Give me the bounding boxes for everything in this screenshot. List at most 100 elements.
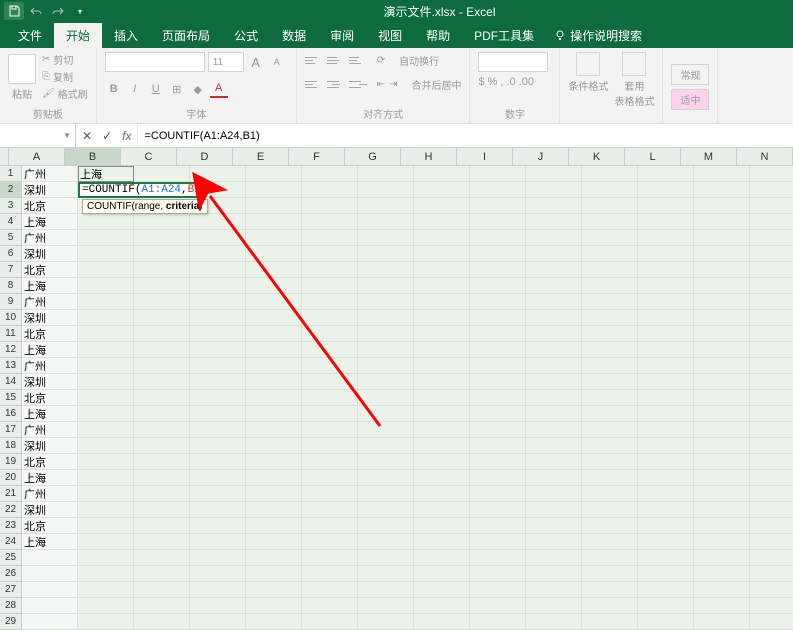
row-header-19[interactable]: 19	[0, 454, 22, 470]
row-header-9[interactable]: 9	[0, 294, 22, 310]
col-header-G[interactable]: G	[345, 148, 401, 166]
cell-I23[interactable]	[470, 518, 526, 534]
cell-N12[interactable]	[750, 342, 793, 358]
cell-F7[interactable]	[302, 262, 358, 278]
cell-F22[interactable]	[302, 502, 358, 518]
cell-C11[interactable]	[134, 326, 190, 342]
cell-G16[interactable]	[358, 406, 414, 422]
cell-I15[interactable]	[470, 390, 526, 406]
cell-J3[interactable]	[526, 198, 582, 214]
increase-font-button[interactable]: A	[247, 53, 265, 71]
cell-A1[interactable]: 广州	[22, 166, 78, 182]
italic-button[interactable]: I	[126, 80, 144, 98]
cell-K3[interactable]	[582, 198, 638, 214]
cell-I12[interactable]	[470, 342, 526, 358]
cell-G15[interactable]	[358, 390, 414, 406]
cell-F10[interactable]	[302, 310, 358, 326]
cell-I5[interactable]	[470, 230, 526, 246]
cell-F1[interactable]	[302, 166, 358, 182]
cell-H27[interactable]	[414, 582, 470, 598]
cell-H23[interactable]	[414, 518, 470, 534]
cell-M7[interactable]	[694, 262, 750, 278]
cell-C15[interactable]	[134, 390, 190, 406]
cell-E27[interactable]	[246, 582, 302, 598]
cell-D15[interactable]	[190, 390, 246, 406]
row-header-11[interactable]: 11	[0, 326, 22, 342]
cell-D4[interactable]	[190, 214, 246, 230]
cell-L19[interactable]	[638, 454, 694, 470]
col-header-I[interactable]: I	[457, 148, 513, 166]
cell-M5[interactable]	[694, 230, 750, 246]
cell-J4[interactable]	[526, 214, 582, 230]
cell-N13[interactable]	[750, 358, 793, 374]
cell-J22[interactable]	[526, 502, 582, 518]
cell-A25[interactable]	[22, 550, 78, 566]
cell-J8[interactable]	[526, 278, 582, 294]
cell-N24[interactable]	[750, 534, 793, 550]
col-header-B[interactable]: B	[65, 148, 121, 166]
cell-E1[interactable]	[246, 166, 302, 182]
cell-F12[interactable]	[302, 342, 358, 358]
cell-M11[interactable]	[694, 326, 750, 342]
cell-F16[interactable]	[302, 406, 358, 422]
cell-J6[interactable]	[526, 246, 582, 262]
cell-J5[interactable]	[526, 230, 582, 246]
cell-G13[interactable]	[358, 358, 414, 374]
cell-D26[interactable]	[190, 566, 246, 582]
cell-A19[interactable]: 北京	[22, 454, 78, 470]
cell-F5[interactable]	[302, 230, 358, 246]
cell-I1[interactable]	[470, 166, 526, 182]
cell-H3[interactable]	[414, 198, 470, 214]
row-header-7[interactable]: 7	[0, 262, 22, 278]
format-painter-button[interactable]: 🖌格式刷	[42, 86, 88, 101]
cell-A2[interactable]: 深圳	[22, 182, 78, 198]
tab-help[interactable]: 帮助	[414, 23, 462, 48]
cell-J27[interactable]	[526, 582, 582, 598]
cell-I21[interactable]	[470, 486, 526, 502]
cell-K7[interactable]	[582, 262, 638, 278]
cell-J11[interactable]	[526, 326, 582, 342]
cell-B24[interactable]	[78, 534, 134, 550]
cell-J29[interactable]	[526, 614, 582, 630]
cell-A3[interactable]: 北京	[22, 198, 78, 214]
cell-E6[interactable]	[246, 246, 302, 262]
cell-F4[interactable]	[302, 214, 358, 230]
cell-H25[interactable]	[414, 550, 470, 566]
col-header-C[interactable]: C	[121, 148, 177, 166]
cell-F20[interactable]	[302, 470, 358, 486]
cell-F2[interactable]	[302, 182, 358, 198]
cell-K26[interactable]	[582, 566, 638, 582]
cell-L11[interactable]	[638, 326, 694, 342]
cell-M21[interactable]	[694, 486, 750, 502]
cell-I18[interactable]	[470, 438, 526, 454]
cell-M10[interactable]	[694, 310, 750, 326]
cell-I6[interactable]	[470, 246, 526, 262]
cell-E26[interactable]	[246, 566, 302, 582]
align-bottom-button[interactable]	[349, 52, 367, 68]
cell-L9[interactable]	[638, 294, 694, 310]
cell-B5[interactable]	[78, 230, 134, 246]
cell-C14[interactable]	[134, 374, 190, 390]
cell-G17[interactable]	[358, 422, 414, 438]
cell-M26[interactable]	[694, 566, 750, 582]
cell-H7[interactable]	[414, 262, 470, 278]
cell-F11[interactable]	[302, 326, 358, 342]
cell-N5[interactable]	[750, 230, 793, 246]
cell-E22[interactable]	[246, 502, 302, 518]
cell-J12[interactable]	[526, 342, 582, 358]
col-header-L[interactable]: L	[625, 148, 681, 166]
cell-K11[interactable]	[582, 326, 638, 342]
cell-H29[interactable]	[414, 614, 470, 630]
cell-B13[interactable]	[78, 358, 134, 374]
cell-G20[interactable]	[358, 470, 414, 486]
cell-K22[interactable]	[582, 502, 638, 518]
cell-G5[interactable]	[358, 230, 414, 246]
cell-C26[interactable]	[134, 566, 190, 582]
cell-F25[interactable]	[302, 550, 358, 566]
cell-I27[interactable]	[470, 582, 526, 598]
cell-A24[interactable]: 上海	[22, 534, 78, 550]
cell-M20[interactable]	[694, 470, 750, 486]
formula-cancel-button[interactable]: ✕	[82, 129, 92, 143]
cell-C1[interactable]	[134, 166, 190, 182]
cell-I4[interactable]	[470, 214, 526, 230]
